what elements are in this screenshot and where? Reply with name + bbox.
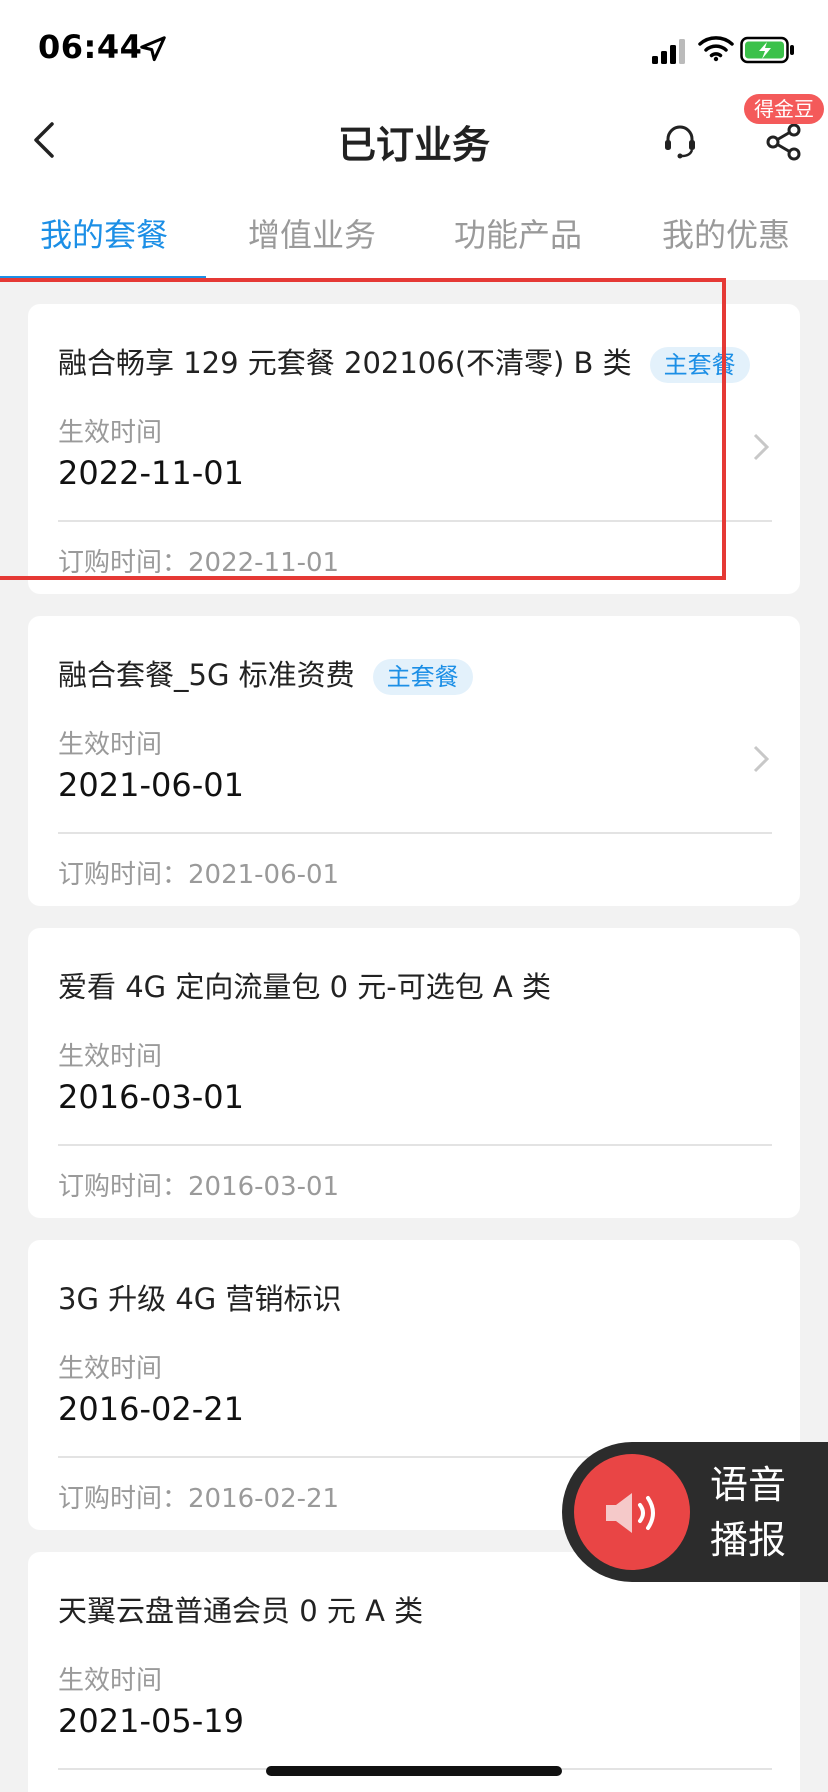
highlight-box bbox=[0, 278, 726, 580]
customer-service-icon[interactable] bbox=[660, 122, 700, 162]
plan-title: 3G 升级 4G 营销标识 bbox=[58, 1282, 342, 1316]
effective-time-label: 生效时间 bbox=[58, 730, 163, 760]
plan-name: 融合套餐_5G 标准资费 bbox=[58, 658, 355, 692]
gold-beans-badge[interactable]: 得金豆 bbox=[744, 94, 824, 124]
effective-time-label: 生效时间 bbox=[58, 1354, 163, 1384]
wifi-icon bbox=[698, 36, 734, 62]
battery-charging-icon bbox=[740, 36, 794, 64]
order-time: 订购时间：2021-06-01 bbox=[58, 860, 340, 890]
effective-date: 2021-05-19 bbox=[58, 1702, 244, 1740]
tab-my-plan[interactable]: 我的套餐 bbox=[40, 210, 168, 256]
plan-title: 爱看 4G 定向流量包 0 元-可选包 A 类 bbox=[58, 970, 551, 1004]
voice-broadcast-button[interactable]: 语音播报 bbox=[562, 1442, 828, 1582]
voice-circle bbox=[574, 1454, 690, 1570]
plan-card[interactable]: 爱看 4G 定向流量包 0 元-可选包 A 类 生效时间 2016-03-01 … bbox=[28, 928, 800, 1218]
plan-card[interactable]: 天翼云盘普通会员 0 元 A 类 生效时间 2021-05-19 bbox=[28, 1552, 800, 1792]
speaker-icon bbox=[606, 1493, 655, 1533]
signal-icon bbox=[652, 39, 685, 64]
divider bbox=[58, 832, 772, 834]
chevron-right-icon bbox=[753, 433, 770, 461]
main-plan-tag: 主套餐 bbox=[372, 659, 473, 695]
home-indicator bbox=[266, 1766, 562, 1776]
order-time: 订购时间：2016-02-21 bbox=[58, 1484, 340, 1514]
plan-title: 天翼云盘普通会员 0 元 A 类 bbox=[58, 1594, 424, 1628]
header: 已订业务 得金豆 我的套餐 增值业务 功能产品 我的优惠 bbox=[0, 94, 828, 280]
voice-broadcast-label: 语音播报 bbox=[710, 1463, 787, 1562]
effective-date: 2016-02-21 bbox=[58, 1390, 244, 1428]
page-title: 已订业务 bbox=[337, 123, 490, 167]
tab-function-products[interactable]: 功能产品 bbox=[454, 210, 582, 256]
tab-my-offers[interactable]: 我的优惠 bbox=[662, 210, 790, 256]
divider bbox=[58, 1144, 772, 1146]
tab-bar: 我的套餐 增值业务 功能产品 我的优惠 bbox=[0, 210, 828, 276]
status-bar: 06:44 bbox=[0, 0, 828, 100]
effective-date: 2016-03-01 bbox=[58, 1078, 244, 1116]
plan-card[interactable]: 融合套餐_5G 标准资费 主套餐 生效时间 2021-06-01 订购时间：202… bbox=[28, 616, 800, 906]
effective-date: 2021-06-01 bbox=[58, 766, 244, 804]
effective-time-label: 生效时间 bbox=[58, 1666, 163, 1696]
plan-title: 融合套餐_5G 标准资费 主套餐 bbox=[58, 652, 473, 695]
location-arrow-icon bbox=[140, 36, 166, 62]
chevron-right-icon bbox=[753, 745, 770, 773]
effective-time-label: 生效时间 bbox=[58, 1042, 163, 1072]
share-icon[interactable] bbox=[764, 122, 804, 162]
order-time: 订购时间：2016-03-01 bbox=[58, 1172, 340, 1202]
tab-value-added[interactable]: 增值业务 bbox=[248, 210, 376, 256]
status-time: 06:44 bbox=[38, 28, 143, 66]
